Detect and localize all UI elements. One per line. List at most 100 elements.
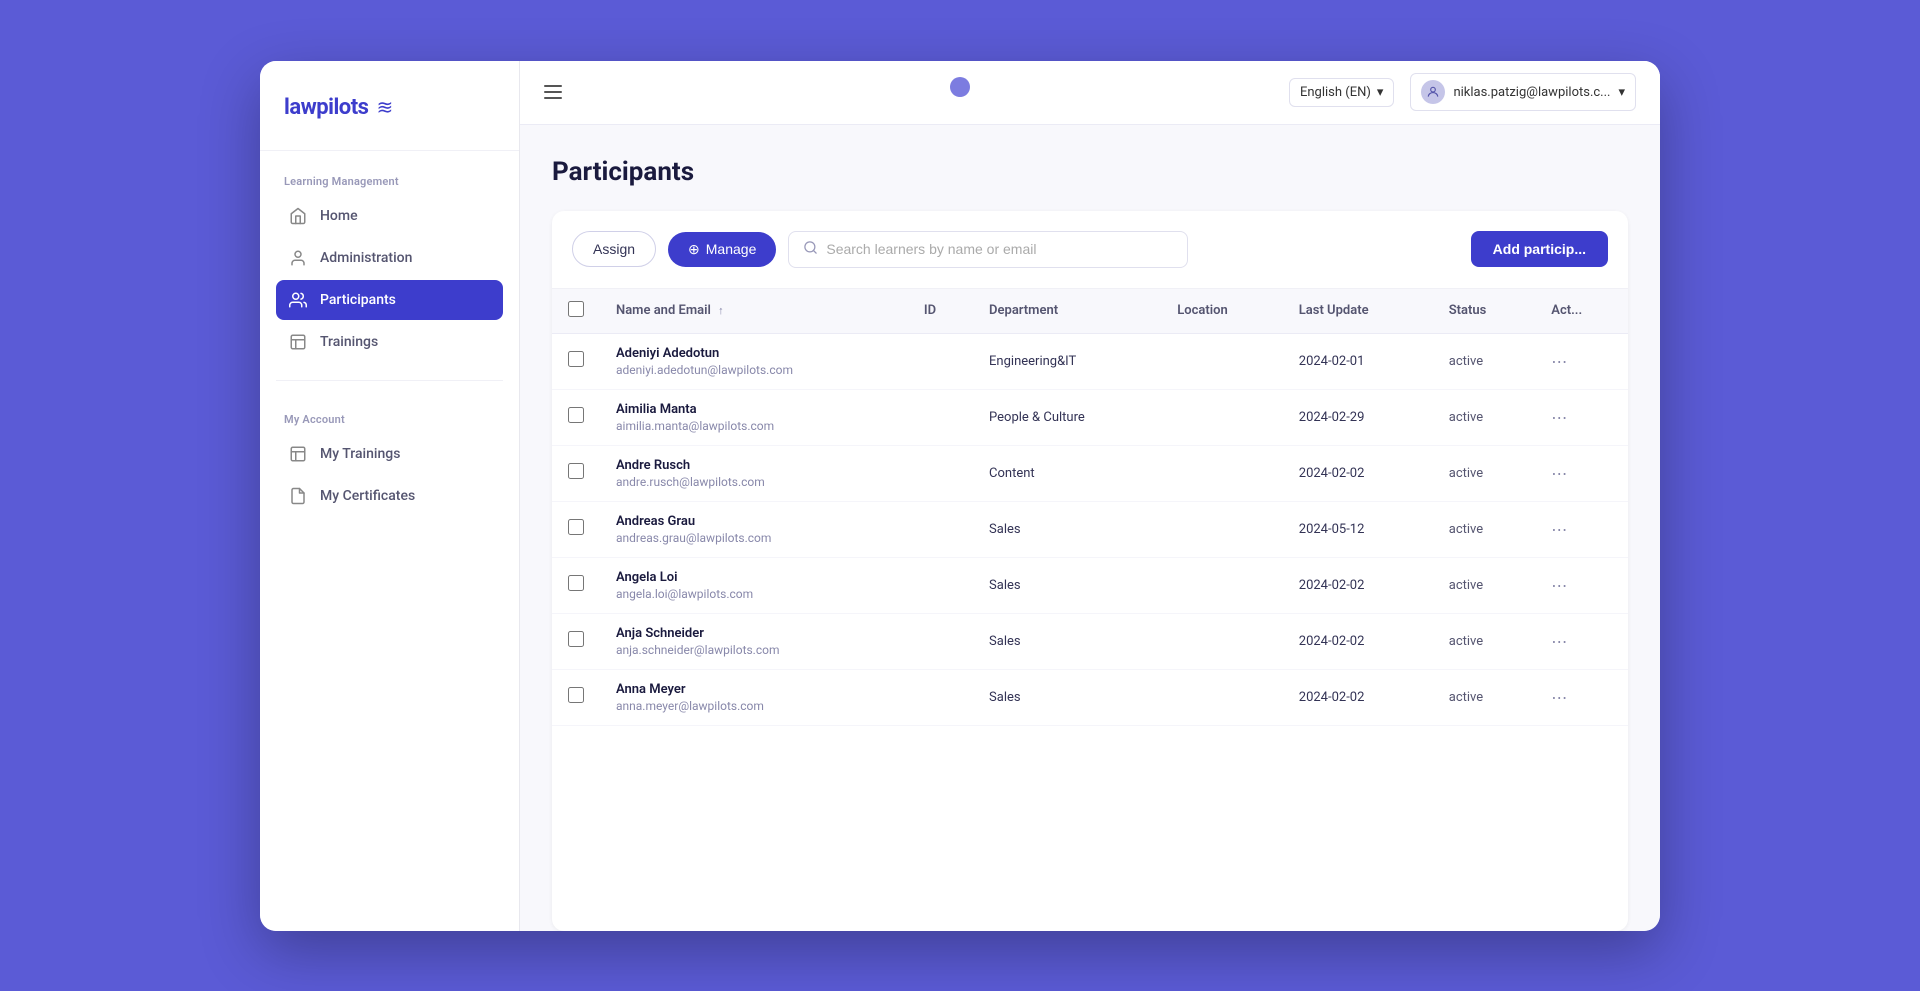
row-checkbox-4[interactable]	[568, 575, 584, 591]
user-chevron-icon: ▾	[1618, 85, 1625, 100]
participant-email: adeniyi.adedotun@lawpilots.com	[616, 363, 892, 377]
logo-wave: ≋	[376, 95, 393, 119]
avatar	[1421, 80, 1445, 104]
hamburger-button[interactable]	[544, 85, 562, 99]
user-menu[interactable]: niklas.patzig@lawpilots.c... ▾	[1410, 73, 1636, 111]
status-badge: active	[1449, 466, 1483, 481]
row-status: active	[1433, 445, 1536, 501]
row-checkbox-cell	[552, 445, 600, 501]
row-checkbox-cell	[552, 557, 600, 613]
row-id	[908, 501, 973, 557]
row-checkbox-0[interactable]	[568, 351, 584, 367]
row-department: Content	[973, 445, 1161, 501]
status-badge: active	[1449, 522, 1483, 537]
row-id	[908, 557, 973, 613]
sidebar-item-my-certificates[interactable]: My Certificates	[276, 476, 503, 516]
row-action-dots[interactable]: ⋯	[1551, 408, 1567, 427]
row-action-dots[interactable]: ⋯	[1551, 632, 1567, 651]
row-action-dots[interactable]: ⋯	[1551, 688, 1567, 707]
header: English (EN) ▾ niklas.patzig@lawpilots.c…	[520, 61, 1660, 125]
table-header: Name and Email ↑ ID Department	[552, 289, 1628, 334]
sidebar-item-my-trainings[interactable]: My Trainings	[276, 434, 503, 474]
row-department: Sales	[973, 669, 1161, 725]
row-actions: ⋯	[1535, 613, 1628, 669]
row-last-update: 2024-05-12	[1283, 501, 1433, 557]
sidebar: lawpilots ≋ Learning Management Home Adm…	[260, 61, 520, 931]
language-chevron-icon: ▾	[1377, 85, 1384, 100]
participant-email: aimilia.manta@lawpilots.com	[616, 419, 892, 433]
row-checkbox-1[interactable]	[568, 407, 584, 423]
row-last-update: 2024-02-02	[1283, 613, 1433, 669]
row-checkbox-cell	[552, 333, 600, 389]
sidebar-item-home[interactable]: Home	[276, 196, 503, 236]
row-department: Sales	[973, 557, 1161, 613]
assign-button[interactable]: Assign	[572, 231, 656, 267]
row-name-email: Anna Meyer anna.meyer@lawpilots.com	[600, 669, 908, 725]
sort-icon: ↑	[718, 304, 724, 317]
row-id	[908, 669, 973, 725]
row-checkbox-cell	[552, 501, 600, 557]
add-participant-button[interactable]: Add particip...	[1471, 231, 1608, 267]
row-actions: ⋯	[1535, 501, 1628, 557]
sidebar-item-administration-label: Administration	[320, 250, 412, 266]
learning-management-section: Learning Management Home Administration …	[260, 151, 519, 372]
row-actions: ⋯	[1535, 445, 1628, 501]
row-action-dots[interactable]: ⋯	[1551, 464, 1567, 483]
page-content: Participants Assign ⊕ Manage Add	[520, 125, 1660, 931]
row-action-dots[interactable]: ⋯	[1551, 576, 1567, 595]
row-name-email: Aimilia Manta aimilia.manta@lawpilots.co…	[600, 389, 908, 445]
participant-name: Andreas Grau	[616, 514, 892, 529]
row-name-email: Anja Schneider anja.schneider@lawpilots.…	[600, 613, 908, 669]
select-all-checkbox[interactable]	[568, 301, 584, 317]
col-id: ID	[908, 289, 973, 334]
search-icon	[803, 240, 818, 259]
row-status: active	[1433, 389, 1536, 445]
row-checkbox-3[interactable]	[568, 519, 584, 535]
sidebar-item-trainings[interactable]: Trainings	[276, 322, 503, 362]
language-selector[interactable]: English (EN) ▾	[1289, 78, 1394, 107]
status-badge: active	[1449, 578, 1483, 593]
row-name-email: Andreas Grau andreas.grau@lawpilots.com	[600, 501, 908, 557]
search-box	[788, 231, 1188, 268]
row-last-update: 2024-02-29	[1283, 389, 1433, 445]
row-checkbox-6[interactable]	[568, 687, 584, 703]
search-input[interactable]	[826, 241, 1173, 257]
row-department: Sales	[973, 501, 1161, 557]
participant-name: Adeniyi Adedotun	[616, 346, 892, 361]
my-trainings-icon	[288, 444, 308, 464]
my-account-section: My Account My Trainings My Certificates	[260, 389, 519, 526]
sidebar-item-administration[interactable]: Administration	[276, 238, 503, 278]
row-checkbox-cell	[552, 389, 600, 445]
row-action-dots[interactable]: ⋯	[1551, 352, 1567, 371]
row-name-email: Andre Rusch andre.rusch@lawpilots.com	[600, 445, 908, 501]
row-status: active	[1433, 557, 1536, 613]
participant-name: Aimilia Manta	[616, 402, 892, 417]
row-last-update: 2024-02-02	[1283, 557, 1433, 613]
status-badge: active	[1449, 634, 1483, 649]
manage-button[interactable]: ⊕ Manage	[668, 232, 776, 267]
main-content: English (EN) ▾ niklas.patzig@lawpilots.c…	[520, 61, 1660, 931]
row-status: active	[1433, 333, 1536, 389]
row-location	[1161, 501, 1283, 557]
row-department: Sales	[973, 613, 1161, 669]
row-checkbox-cell	[552, 613, 600, 669]
participant-email: anja.schneider@lawpilots.com	[616, 643, 892, 657]
row-location	[1161, 333, 1283, 389]
page-title: Participants	[552, 157, 1628, 187]
row-location	[1161, 669, 1283, 725]
row-location	[1161, 389, 1283, 445]
row-checkbox-2[interactable]	[568, 463, 584, 479]
participants-table: Name and Email ↑ ID Department	[552, 289, 1628, 726]
col-name-email[interactable]: Name and Email ↑	[600, 289, 908, 334]
sidebar-item-my-trainings-label: My Trainings	[320, 446, 400, 462]
col-location: Location	[1161, 289, 1283, 334]
row-action-dots[interactable]: ⋯	[1551, 520, 1567, 539]
logo-text: lawpilots	[284, 95, 368, 120]
table-row: Angela Loi angela.loi@lawpilots.com Sale…	[552, 557, 1628, 613]
table-row: Anja Schneider anja.schneider@lawpilots.…	[552, 613, 1628, 669]
row-checkbox-5[interactable]	[568, 631, 584, 647]
participant-email: andre.rusch@lawpilots.com	[616, 475, 892, 489]
sidebar-item-participants[interactable]: Participants	[276, 280, 503, 320]
participants-table-card: Assign ⊕ Manage Add particip...	[552, 211, 1628, 931]
my-certificates-icon	[288, 486, 308, 506]
